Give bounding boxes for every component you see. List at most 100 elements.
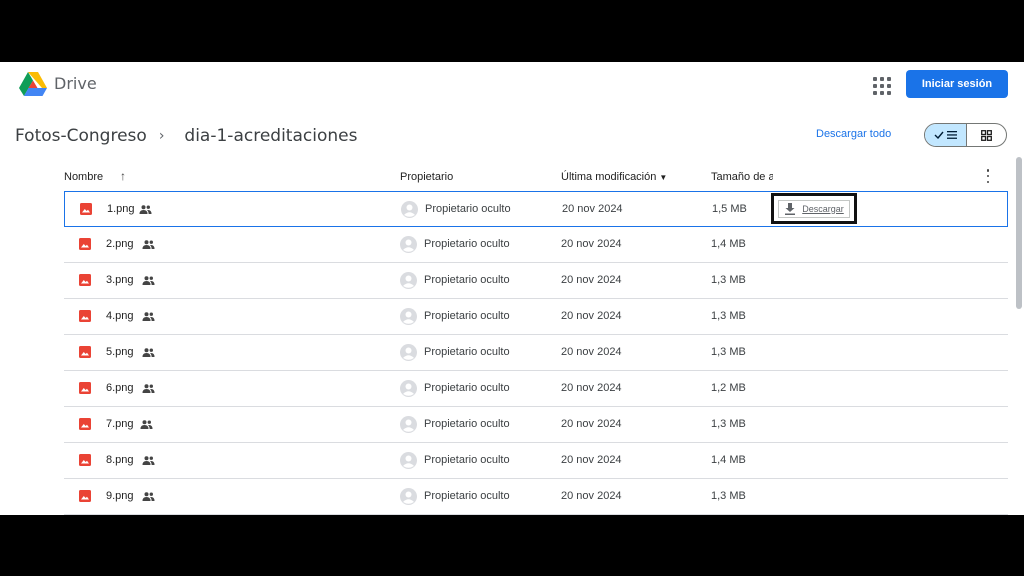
shared-people-icon [142, 456, 155, 465]
image-file-icon [79, 418, 91, 430]
shared-people-icon [139, 205, 152, 214]
drive-logo-icon[interactable] [19, 72, 47, 97]
breadcrumb-current[interactable]: dia-1-acreditaciones [184, 126, 357, 146]
avatar-icon [400, 488, 417, 505]
file-name[interactable]: 4.png [106, 310, 134, 322]
download-label: Descargar [802, 203, 844, 214]
file-name[interactable]: 9.png [106, 490, 134, 502]
shared-people-icon [140, 420, 153, 429]
file-size: 1,3 MB [711, 346, 746, 358]
check-icon [934, 131, 944, 139]
download-button-inner: Descargar [778, 199, 850, 218]
table-row[interactable]: 9.png Propietario oculto 20 nov 2024 1,3 MB [64, 479, 1008, 515]
letterbox-top [0, 0, 1024, 62]
shared-people-icon [142, 384, 155, 393]
table-row[interactable]: 3.png Propietario oculto 20 nov 2024 1,3 MB [64, 263, 1008, 299]
table-row[interactable]: 5.png Propietario oculto 20 nov 2024 1,3 MB [64, 335, 1008, 371]
column-header-name[interactable]: Nombre [64, 171, 103, 183]
image-file-icon [79, 490, 91, 502]
table-row[interactable]: 6.png Propietario oculto 20 nov 2024 1,2 MB [64, 371, 1008, 407]
image-file-icon [79, 454, 91, 466]
file-name[interactable]: 7.png [106, 418, 134, 430]
image-file-icon [79, 238, 91, 250]
column-header-owner[interactable]: Propietario [400, 171, 453, 183]
modified-date: 20 nov 2024 [561, 418, 622, 430]
list-view-button[interactable] [925, 124, 967, 146]
grid-view-button[interactable] [967, 124, 1006, 146]
more-options-icon[interactable] [984, 169, 992, 183]
owner-name: Propietario oculto [424, 382, 510, 394]
file-table: Nombre ↑ Propietario Última modificación… [64, 162, 1008, 515]
avatar-icon [400, 416, 417, 433]
shared-people-icon [142, 348, 155, 357]
avatar-icon [401, 201, 418, 218]
avatar-icon [400, 236, 417, 253]
file-name[interactable]: 8.png [106, 454, 134, 466]
image-file-icon [79, 310, 91, 322]
modified-date: 20 nov 2024 [561, 346, 622, 358]
owner-name: Propietario oculto [425, 203, 511, 215]
caret-down-icon: ▼ [659, 173, 668, 182]
file-name[interactable]: 6.png [106, 382, 134, 394]
owner-name: Propietario oculto [424, 274, 510, 286]
file-name[interactable]: 2.png [106, 238, 134, 250]
file-size: 1,3 MB [711, 274, 746, 286]
grid-icon [981, 129, 992, 141]
modified-date: 20 nov 2024 [561, 310, 622, 322]
owner-name: Propietario oculto [424, 238, 510, 250]
file-name[interactable]: 3.png [106, 274, 134, 286]
owner-name: Propietario oculto [424, 346, 510, 358]
top-bar: Drive Iniciar sesión [0, 62, 1024, 108]
table-row[interactable]: 4.png Propietario oculto 20 nov 2024 1,3 MB [64, 299, 1008, 335]
list-icon [947, 131, 957, 139]
letterbox-bottom [0, 515, 1024, 576]
column-header-size[interactable]: Tamaño de archivo [711, 171, 773, 183]
table-row[interactable]: 2.png Propietario oculto 20 nov 2024 1,4 MB [64, 227, 1008, 263]
view-toggle [924, 123, 1007, 147]
apps-grid-icon[interactable] [870, 74, 892, 96]
modified-date: 20 nov 2024 [561, 382, 622, 394]
modified-date: 20 nov 2024 [561, 274, 622, 286]
brand-name: Drive [54, 74, 97, 93]
shared-people-icon [142, 276, 155, 285]
column-header-modified-label: Última modificación [561, 171, 657, 183]
owner-name: Propietario oculto [424, 454, 510, 466]
file-name[interactable]: 1.png [107, 203, 135, 215]
avatar-icon [400, 452, 417, 469]
file-name[interactable]: 5.png [106, 346, 134, 358]
file-size: 1,2 MB [711, 382, 746, 394]
drive-app: Drive Iniciar sesión Fotos-Congreso › di… [0, 62, 1024, 515]
table-header: Nombre ↑ Propietario Última modificación… [64, 162, 1008, 192]
shared-people-icon [142, 312, 155, 321]
file-size: 1,4 MB [711, 454, 746, 466]
table-row[interactable]: 8.png Propietario oculto 20 nov 2024 1,4 MB [64, 443, 1008, 479]
download-icon [785, 202, 796, 215]
table-row[interactable]: 1.png Propietario oculto 20 nov 2024 1,5 MB… [64, 191, 1008, 227]
owner-name: Propietario oculto [424, 490, 510, 502]
download-button[interactable]: Descargar [771, 193, 857, 224]
column-header-modified[interactable]: Última modificación ▼ [561, 171, 667, 183]
owner-name: Propietario oculto [424, 418, 510, 430]
vertical-scrollbar[interactable] [1016, 157, 1022, 309]
file-size: 1,3 MB [711, 418, 746, 430]
sort-ascending-icon[interactable]: ↑ [120, 169, 126, 183]
shared-people-icon [142, 492, 155, 501]
avatar-icon [400, 272, 417, 289]
avatar-icon [400, 380, 417, 397]
sign-in-button[interactable]: Iniciar sesión [906, 70, 1008, 98]
image-file-icon [79, 382, 91, 394]
breadcrumb-parent[interactable]: Fotos-Congreso [15, 126, 147, 146]
table-row[interactable]: 7.png Propietario oculto 20 nov 2024 1,3 MB [64, 407, 1008, 443]
file-size: 1,5 MB [712, 203, 747, 215]
download-all-link[interactable]: Descargar todo [816, 128, 891, 140]
image-file-icon [80, 203, 92, 215]
owner-name: Propietario oculto [424, 310, 510, 322]
image-file-icon [79, 274, 91, 286]
table-body: 1.png Propietario oculto 20 nov 2024 1,5 MB… [64, 191, 1008, 515]
modified-date: 20 nov 2024 [561, 454, 622, 466]
breadcrumb: Fotos-Congreso › dia-1-acreditaciones [15, 125, 357, 147]
modified-date: 20 nov 2024 [562, 203, 623, 215]
chevron-right-icon: › [158, 128, 165, 144]
image-file-icon [79, 346, 91, 358]
file-size: 1,3 MB [711, 490, 746, 502]
